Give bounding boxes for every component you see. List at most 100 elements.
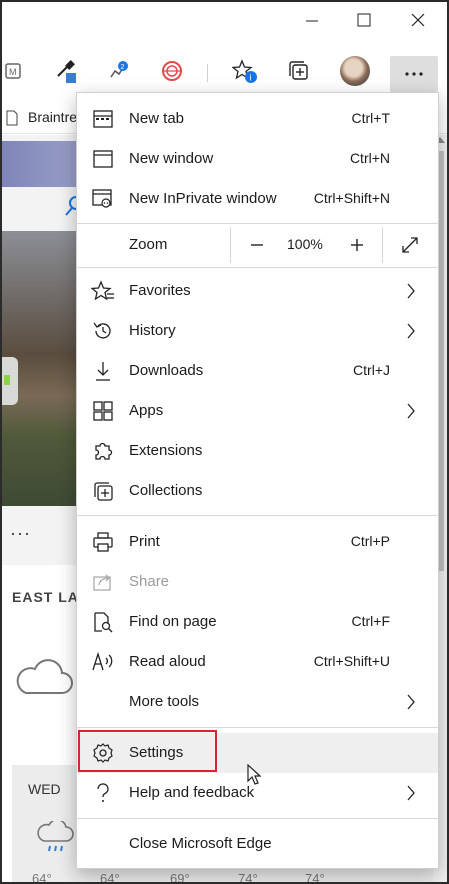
close-icon: [411, 13, 425, 27]
menu-item-label: New tab: [129, 110, 185, 127]
zoom-divider: [230, 227, 231, 263]
menu-item-share[interactable]: Share: [77, 562, 438, 602]
chevron-right-icon: [407, 403, 415, 419]
star-list-icon: i: [232, 59, 257, 83]
new-window-icon: [91, 147, 115, 171]
menu-item-label: History: [129, 322, 176, 339]
menu-item-extensions[interactable]: Extensions: [77, 431, 438, 471]
menu-item-label: Print: [129, 533, 160, 550]
svg-text:M: M: [9, 67, 17, 77]
color-picker-extension[interactable]: [48, 54, 82, 88]
avatar: [340, 56, 370, 86]
history-icon: [91, 319, 115, 343]
favorites-button[interactable]: i: [228, 54, 262, 88]
menu-item-read-aloud[interactable]: Read aloud Ctrl+Shift+U: [77, 642, 438, 682]
menu-item-more-tools[interactable]: More tools: [77, 682, 438, 722]
menu-item-new-window[interactable]: New window Ctrl+N: [77, 139, 438, 179]
question-mark-icon: [91, 781, 115, 805]
extension-icon-partial[interactable]: M: [2, 54, 28, 88]
chevron-right-icon: [407, 694, 415, 710]
new-tab-icon: [91, 107, 115, 131]
forecast-temp: 69°: [170, 871, 190, 884]
full-screen-button[interactable]: [397, 233, 423, 257]
collections-button[interactable]: [282, 54, 316, 88]
menu-item-label: Downloads: [129, 362, 204, 379]
forecast-temp: 64°: [32, 871, 52, 884]
page-banner: [2, 141, 82, 187]
svg-text:i: i: [249, 73, 251, 83]
collections-icon: [289, 61, 308, 80]
menu-item-shortcut: Ctrl+N: [349, 150, 390, 166]
lastpass-extension[interactable]: [155, 54, 189, 88]
page-more-icon[interactable]: ···: [10, 523, 31, 544]
collections-icon: [91, 479, 115, 503]
zoom-out-button[interactable]: [245, 233, 269, 257]
menu-separator: [77, 818, 438, 819]
maximize-button[interactable]: [341, 2, 387, 38]
menu-item-label: Read aloud: [129, 653, 206, 670]
close-window-button[interactable]: [395, 2, 441, 38]
menu-item-label: More tools: [129, 693, 200, 710]
notification-extension[interactable]: 2: [102, 54, 136, 88]
more-horizontal-icon: [405, 72, 423, 76]
menu-item-favorites[interactable]: Favorites: [77, 271, 438, 311]
menu-item-label: Help and feedback: [129, 784, 255, 801]
menu-item-label: Close Microsoft Edge: [129, 835, 272, 852]
menu-separator: [77, 727, 438, 728]
menu-item-find-on-page[interactable]: Find on page Ctrl+F: [77, 602, 438, 642]
apps-grid-icon: [91, 399, 115, 423]
settings-and-more-button[interactable]: [390, 56, 438, 92]
minus-icon: [251, 244, 263, 246]
download-icon: [91, 359, 115, 383]
zoom-in-button[interactable]: [345, 233, 369, 257]
title-bar: [2, 2, 447, 40]
minimize-icon: [306, 20, 318, 22]
eyedropper-icon: [57, 60, 76, 83]
handle-marker: [4, 375, 10, 385]
menu-item-label: New window: [129, 150, 214, 167]
fullscreen-icon: [402, 237, 418, 253]
settings-and-more-menu: New tab Ctrl+T New window Ctrl+N New InP…: [76, 92, 439, 869]
menu-item-shortcut: Ctrl+P: [350, 533, 390, 549]
menu-item-label: Apps: [129, 402, 164, 419]
chevron-right-icon: [407, 785, 415, 801]
profile-button[interactable]: [338, 54, 372, 88]
find-on-page-icon: [91, 610, 115, 634]
menu-separator: [77, 223, 438, 224]
menu-item-label: Share: [129, 573, 170, 590]
menu-item-shortcut: Ctrl+T: [351, 110, 391, 126]
menu-item-shortcut: Ctrl+Shift+U: [313, 653, 390, 669]
forecast-temp: 64°: [100, 871, 120, 884]
menu-item-apps[interactable]: Apps: [77, 391, 438, 431]
menu-item-history[interactable]: History: [77, 311, 438, 351]
forecast-temp: 74°: [305, 871, 325, 884]
menu-item-collections[interactable]: Collections: [77, 471, 438, 511]
mail-extension-icon: M: [5, 63, 21, 79]
menu-item-downloads[interactable]: Downloads Ctrl+J: [77, 351, 438, 391]
printer-icon: [91, 530, 115, 554]
zoom-level: 100%: [287, 236, 323, 252]
menu-item-shortcut: Ctrl+Shift+N: [313, 190, 390, 206]
page-icon: [6, 110, 18, 126]
menu-item-new-tab[interactable]: New tab Ctrl+T: [77, 99, 438, 139]
browser-window: M 2 i Braintre ··· EAST LA WED 64° 64° 6…: [0, 0, 449, 884]
maximize-icon: [357, 13, 371, 27]
carousel-handle[interactable]: [2, 357, 18, 405]
favorites-bar-item[interactable]: Braintre: [28, 109, 77, 125]
menu-item-new-inprivate-window[interactable]: New InPrivate window Ctrl+Shift+N: [77, 179, 438, 219]
menu-separator: [77, 267, 438, 268]
chevron-right-icon: [407, 283, 415, 299]
cloud-icon: [16, 659, 73, 694]
spiral-icon: [162, 61, 182, 81]
settings-highlight-box: [78, 730, 217, 772]
minimize-button[interactable]: [289, 2, 335, 38]
menu-item-shortcut: Ctrl+F: [351, 613, 391, 629]
menu-separator: [77, 515, 438, 516]
zoom-divider: [382, 227, 383, 263]
menu-item-shortcut: Ctrl+J: [353, 362, 390, 378]
menu-item-print[interactable]: Print Ctrl+P: [77, 522, 438, 562]
menu-item-label: Favorites: [129, 282, 191, 299]
share-icon: [91, 570, 115, 594]
menu-item-close-edge[interactable]: Close Microsoft Edge: [77, 824, 438, 864]
menu-item-label: Find on page: [129, 613, 217, 630]
